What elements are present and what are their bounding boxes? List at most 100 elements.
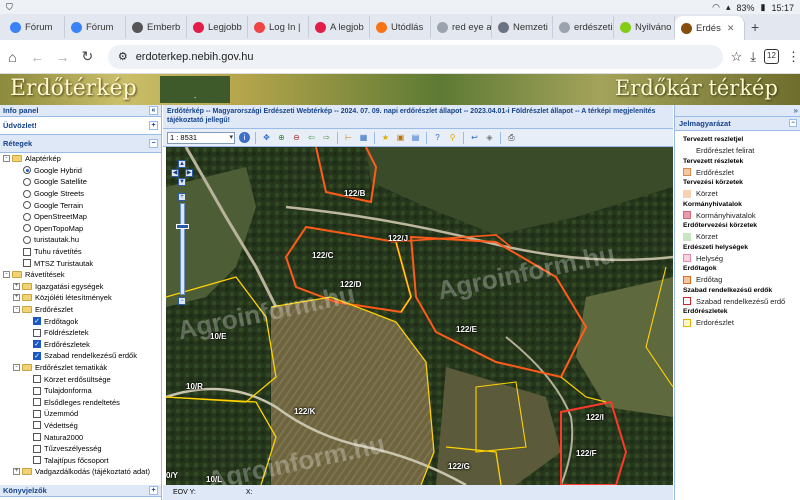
reload-button[interactable]: ↻ bbox=[75, 48, 100, 65]
close-tab-icon[interactable]: ✕ bbox=[727, 23, 735, 34]
print-icon[interactable]: ⎙ bbox=[506, 132, 517, 143]
expand-icon[interactable]: + bbox=[13, 468, 20, 476]
expand-welcome-button[interactable]: + bbox=[149, 121, 158, 130]
tree-layer[interactable]: Google Satellite bbox=[0, 176, 161, 188]
tree-folder[interactable]: - Erdőrészlet bbox=[0, 304, 161, 316]
browser-tab[interactable]: erdészeti bbox=[553, 16, 614, 38]
previous-view-icon[interactable]: ⇦ bbox=[306, 132, 317, 143]
tree-layer[interactable]: ✓ Szabad rendelkezésű erdők bbox=[0, 350, 161, 362]
tree-layer[interactable]: Védettség bbox=[0, 420, 161, 432]
layer-checkbox[interactable] bbox=[33, 444, 41, 453]
tree-layer[interactable]: ✓ Erdőtagok bbox=[0, 315, 161, 327]
new-tab-button[interactable]: + bbox=[751, 19, 759, 35]
browser-tab[interactable]: Fórum bbox=[4, 16, 65, 38]
browser-tab[interactable]: Legjobb bbox=[187, 16, 248, 38]
pan-right-button[interactable]: ▶ bbox=[185, 169, 193, 177]
browser-tab[interactable]: Erdés ✕ bbox=[675, 16, 745, 40]
browser-tab[interactable]: Utódlás bbox=[370, 16, 431, 38]
layer-checkbox[interactable] bbox=[33, 433, 41, 442]
expand-bookmarks-button[interactable]: + bbox=[149, 486, 158, 495]
layer-checkbox[interactable] bbox=[33, 386, 41, 395]
layer-checkbox[interactable] bbox=[23, 259, 31, 268]
tree-layer[interactable]: Natura2000 bbox=[0, 431, 161, 443]
home-icon[interactable]: ⌂ bbox=[0, 49, 25, 65]
browser-tab[interactable]: Nemzeti bbox=[492, 16, 553, 38]
collapse-legend-button[interactable]: − bbox=[789, 119, 797, 127]
layer-checkbox[interactable] bbox=[33, 398, 41, 407]
tree-layer[interactable]: Google Terrain bbox=[0, 199, 161, 211]
browser-tab[interactable]: Log In | bbox=[248, 16, 309, 38]
download-icon[interactable]: ⤓ bbox=[750, 49, 756, 65]
layer-checkbox[interactable] bbox=[33, 409, 41, 418]
tree-layer[interactable]: turistautak.hu bbox=[0, 234, 161, 246]
browser-tab[interactable]: A legjob bbox=[309, 16, 370, 38]
browser-tab[interactable]: red eye a bbox=[431, 16, 492, 38]
measure-icon[interactable]: ⊢ bbox=[343, 132, 354, 143]
expand-icon[interactable]: + bbox=[13, 282, 20, 290]
zoom-out-button[interactable]: − bbox=[178, 297, 186, 305]
tree-layer[interactable]: Talajtípus főcsoport bbox=[0, 454, 161, 466]
tree-layer[interactable]: Tulajdonforma bbox=[0, 385, 161, 397]
layers-header[interactable]: Rétegek − bbox=[0, 135, 161, 153]
scale-select[interactable]: 1 : 8531 bbox=[167, 131, 235, 144]
search-icon[interactable]: ⚲ bbox=[447, 132, 458, 143]
layer-checkbox[interactable]: ✓ bbox=[33, 340, 41, 349]
tree-layer[interactable]: Tuhu rávetítés bbox=[0, 246, 161, 258]
bookmarks-header[interactable]: Könyvjelzők + bbox=[0, 485, 161, 497]
tree-layer[interactable]: MTSZ Turistautak bbox=[0, 257, 161, 269]
share-icon[interactable]: ↩ bbox=[469, 132, 480, 143]
tree-layer[interactable]: Tűzveszélyesség bbox=[0, 443, 161, 455]
tree-layer[interactable]: Körzet erdősültsége bbox=[0, 373, 161, 385]
tree-layer[interactable]: Üzemmód bbox=[0, 408, 161, 420]
layer-radio[interactable] bbox=[23, 189, 31, 198]
tree-layer[interactable]: OpenTopoMap bbox=[0, 223, 161, 235]
tree-layer[interactable]: Földrészletek bbox=[0, 327, 161, 339]
collapse-left-button[interactable]: « bbox=[149, 106, 158, 115]
back-button[interactable]: ← bbox=[25, 49, 50, 65]
menu-icon[interactable]: ⋮ bbox=[787, 49, 800, 65]
info-tool-icon[interactable]: i bbox=[239, 132, 250, 143]
tab-switcher-button[interactable]: 12 bbox=[763, 49, 779, 64]
zoom-slider-track[interactable] bbox=[180, 203, 185, 295]
layer-radio[interactable] bbox=[23, 235, 31, 244]
layer-radio[interactable] bbox=[23, 177, 31, 186]
layers-icon[interactable]: ◈ bbox=[484, 132, 495, 143]
layer-radio[interactable] bbox=[23, 166, 31, 175]
layer-checkbox[interactable] bbox=[33, 456, 41, 465]
window-icon[interactable]: ▤ bbox=[410, 132, 421, 143]
zoom-out-icon[interactable]: ⊖ bbox=[291, 132, 302, 143]
bookmark-star-icon[interactable]: ☆ bbox=[731, 49, 743, 65]
welcome-header[interactable]: Üdvözlet! + bbox=[0, 117, 161, 135]
tree-folder[interactable]: + Vadgazdálkodás (tájékoztató adat) bbox=[0, 466, 161, 478]
next-view-icon[interactable]: ⇨ bbox=[321, 132, 332, 143]
zoom-extent-icon[interactable]: ✥ bbox=[261, 132, 272, 143]
tree-folder[interactable]: - Erdőrészlet tematikák bbox=[0, 362, 161, 374]
layer-checkbox[interactable] bbox=[33, 421, 41, 430]
tree-folder[interactable]: + Közjóléti létesítmények bbox=[0, 292, 161, 304]
tree-folder[interactable]: - Rávetítések bbox=[0, 269, 161, 281]
info-panel-header[interactable]: Info panel « bbox=[0, 105, 161, 117]
layer-radio[interactable] bbox=[23, 224, 31, 233]
address-bar[interactable]: ⚙ erdoterkep.nebih.gov.hu bbox=[107, 44, 723, 69]
layer-checkbox[interactable]: ✓ bbox=[33, 317, 41, 326]
tree-layer[interactable]: OpenStreetMap bbox=[0, 211, 161, 223]
tree-layer[interactable]: Elsődleges rendeltetés bbox=[0, 396, 161, 408]
layer-radio[interactable] bbox=[23, 212, 31, 221]
map-canvas[interactable]: Agroinform.hu Agroinform.hu Agroinform.h… bbox=[166, 147, 673, 485]
zoom-slider-handle[interactable] bbox=[176, 224, 189, 229]
pan-left-button[interactable]: ◀ bbox=[171, 169, 179, 177]
collapse-icon[interactable]: - bbox=[3, 271, 10, 279]
collapse-right-button[interactable]: » bbox=[794, 106, 798, 115]
tree-layer[interactable]: ✓ Erdőrészletek bbox=[0, 339, 161, 351]
layer-checkbox[interactable]: ✓ bbox=[33, 351, 41, 360]
collapse-icon[interactable]: - bbox=[13, 306, 20, 314]
layer-checkbox[interactable] bbox=[23, 247, 31, 256]
collapse-icon[interactable]: - bbox=[3, 155, 10, 163]
pan-up-button[interactable]: ▲ bbox=[178, 160, 186, 168]
area-measure-icon[interactable]: ▦ bbox=[358, 132, 369, 143]
banner-title-right[interactable]: Erdőkár térkép bbox=[615, 76, 778, 100]
tree-layer[interactable]: Google Hybrid bbox=[0, 165, 161, 177]
star-bookmark-icon[interactable]: ★ bbox=[380, 132, 391, 143]
collapse-icon[interactable]: - bbox=[13, 363, 20, 371]
tree-layer[interactable]: Google Streets bbox=[0, 188, 161, 200]
